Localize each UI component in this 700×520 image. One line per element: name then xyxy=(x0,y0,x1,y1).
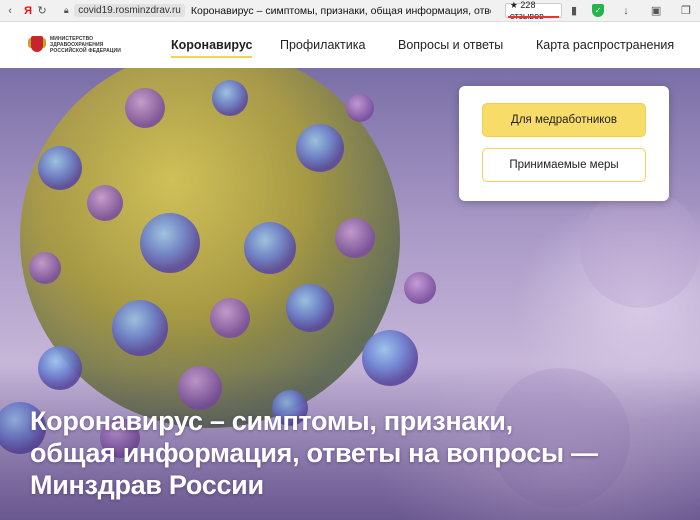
bookmark-icon[interactable]: ▮ xyxy=(566,3,582,19)
for-medical-workers-button[interactable]: Для медработников xyxy=(482,103,646,137)
ministry-logo[interactable]: МИНИСТЕРСТВО ЗДРАВООХРАНЕНИЯ РОССИЙСКОЙ … xyxy=(28,34,121,56)
nav-coronavirus[interactable]: Коронавирус xyxy=(171,38,253,58)
measures-taken-button[interactable]: Принимаемые меры xyxy=(482,148,646,182)
back-arrow-icon[interactable]: ‹ xyxy=(4,3,16,19)
site-header: МИНИСТЕРСТВО ЗДРАВООХРАНЕНИЯ РОССИЙСКОЙ … xyxy=(0,22,700,68)
action-card: Для медработников Принимаемые меры xyxy=(459,86,669,201)
reviews-badge[interactable]: ★ 228 отзывов xyxy=(504,0,563,21)
page-tab-title: Коронавирус – симптомы, признаки, общая … xyxy=(190,4,491,17)
nav-prevention[interactable]: Профилактика xyxy=(280,38,365,52)
lock-icon: 🔒︎ xyxy=(63,5,69,15)
yandex-icon[interactable]: Я xyxy=(24,5,32,17)
url-domain[interactable]: covid19.rosminzdrav.ru xyxy=(74,4,185,17)
nav-spread-map[interactable]: Карта распространения xyxy=(536,38,674,52)
page-title: Коронавирус – симптомы, признаки, общая … xyxy=(30,406,598,500)
reload-icon[interactable]: ↻ xyxy=(36,3,48,19)
download-icon[interactable]: ↓ xyxy=(618,3,634,19)
address-bar[interactable]: 🔒︎ covid19.rosminzdrav.ru Коронавирус – … xyxy=(54,3,491,19)
browser-toolbar: ‹ Я ↻ 🔒︎ covid19.rosminzdrav.ru Коронави… xyxy=(0,0,700,22)
protect-shield-icon[interactable]: ✓ xyxy=(592,4,605,17)
logo-text: МИНИСТЕРСТВО ЗДРАВООХРАНЕНИЯ РОССИЙСКОЙ … xyxy=(50,36,121,54)
collections-icon[interactable]: ❐ xyxy=(678,3,694,19)
coat-of-arms-icon xyxy=(28,34,46,56)
nav-faq[interactable]: Вопросы и ответы xyxy=(398,38,503,52)
extensions-icon[interactable]: ▣ xyxy=(648,3,664,19)
